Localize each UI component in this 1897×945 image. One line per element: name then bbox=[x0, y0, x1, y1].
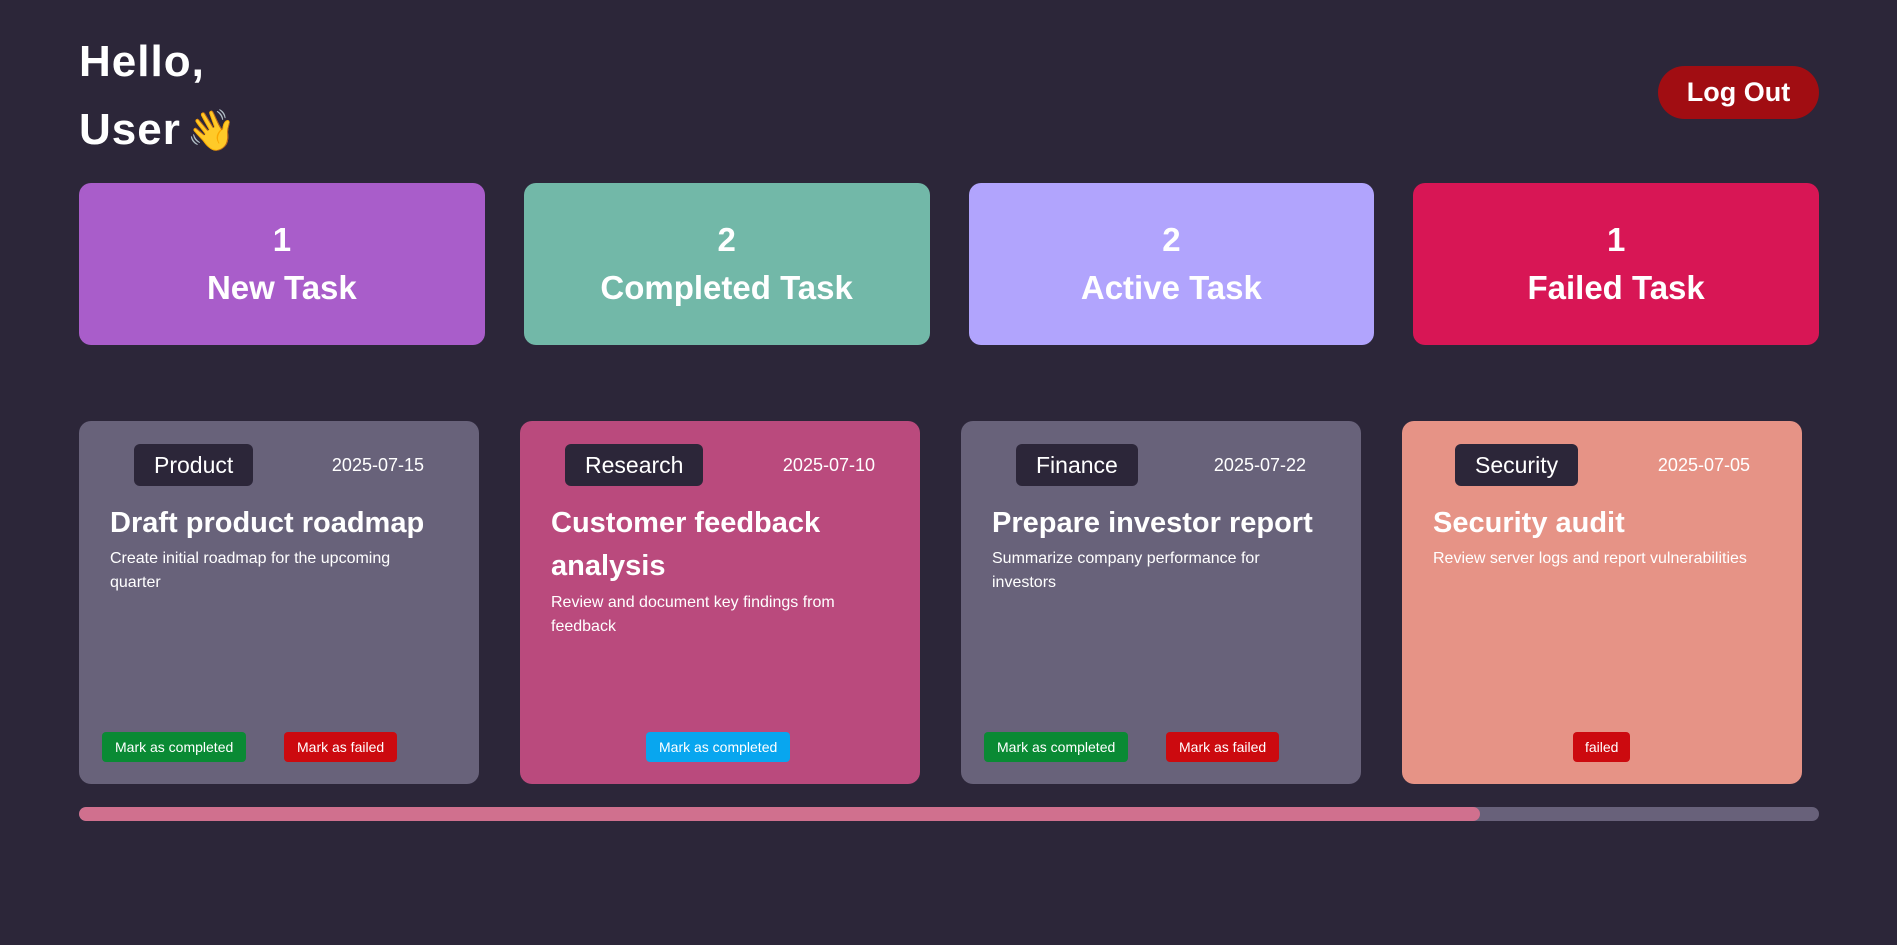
mark-completed-button[interactable]: Mark as completed bbox=[984, 732, 1129, 762]
task-description: Review and document key findings from fe… bbox=[551, 594, 835, 635]
logout-button[interactable]: Log Out bbox=[1658, 66, 1819, 119]
task-stats: 1 New Task 2 Completed Task 2 Active Tas… bbox=[79, 183, 1819, 345]
task-card: Finance 2025-07-22 Prepare investor repo… bbox=[961, 421, 1361, 784]
task-category-badge: Research bbox=[565, 444, 704, 486]
task-title: Draft product roadmap bbox=[110, 507, 425, 539]
stat-label: Active Task bbox=[1080, 269, 1262, 306]
stat-count: 2 bbox=[717, 221, 736, 258]
employee-dashboard: Hello, User 👋 Log Out 1 New Task 2 Comple… bbox=[0, 0, 1897, 945]
stat-new-task: 1 New Task bbox=[79, 183, 485, 345]
scrollbar-thumb[interactable] bbox=[79, 807, 1480, 821]
mark-failed-button[interactable]: Mark as failed bbox=[1166, 732, 1280, 762]
mark-completed-button[interactable]: Mark as completed bbox=[102, 732, 247, 762]
greeting-line-user: User 👋 bbox=[79, 96, 238, 165]
greeting-header: Hello, User 👋 bbox=[79, 28, 238, 165]
task-title: Customer feedback analysis bbox=[551, 507, 821, 582]
waving-hand-icon: 👋 bbox=[186, 109, 238, 153]
task-date: 2025-07-15 bbox=[331, 455, 424, 475]
user-name: User bbox=[79, 105, 181, 154]
task-card: Research 2025-07-10 Customer feedback an… bbox=[520, 421, 920, 784]
failed-status-button[interactable]: failed bbox=[1573, 732, 1631, 762]
task-category-badge: Finance bbox=[1016, 444, 1138, 486]
mark-completed-button[interactable]: Mark as completed bbox=[646, 732, 791, 762]
stat-count: 1 bbox=[1606, 221, 1626, 258]
mark-failed-button[interactable]: Mark as failed bbox=[284, 732, 398, 762]
task-list: Product 2025-07-15 Draft product roadmap… bbox=[79, 421, 1819, 784]
task-category-badge: Product bbox=[134, 444, 254, 486]
greeting-line-hello: Hello, bbox=[79, 37, 205, 86]
task-title: Security audit bbox=[1433, 507, 1625, 539]
task-date: 2025-07-10 bbox=[782, 455, 875, 475]
stat-count: 2 bbox=[1162, 221, 1181, 258]
task-description: Create initial roadmap for the upcoming … bbox=[110, 550, 391, 591]
task-category-badge: Security bbox=[1455, 444, 1579, 486]
stat-count: 1 bbox=[272, 221, 292, 258]
task-card: Product 2025-07-15 Draft product roadmap… bbox=[79, 421, 479, 784]
task-date: 2025-07-05 bbox=[1657, 455, 1750, 475]
stat-label: New Task bbox=[206, 269, 357, 306]
task-date: 2025-07-22 bbox=[1213, 455, 1306, 475]
stat-failed-task: 1 Failed Task bbox=[1413, 183, 1819, 345]
stat-active-task: 2 Active Task bbox=[968, 183, 1375, 345]
stat-completed-task: 2 Completed Task bbox=[523, 183, 930, 345]
task-description: Summarize company performance for invest… bbox=[992, 550, 1260, 591]
task-title: Prepare investor report bbox=[992, 507, 1313, 539]
horizontal-scrollbar[interactable] bbox=[79, 807, 1819, 821]
task-description: Review server logs and report vulnerabil… bbox=[1433, 550, 1747, 567]
stat-label: Failed Task bbox=[1527, 269, 1705, 306]
task-card: Security 2025-07-05 Security audit Revie… bbox=[1402, 421, 1802, 784]
stat-label: Completed Task bbox=[600, 269, 853, 306]
